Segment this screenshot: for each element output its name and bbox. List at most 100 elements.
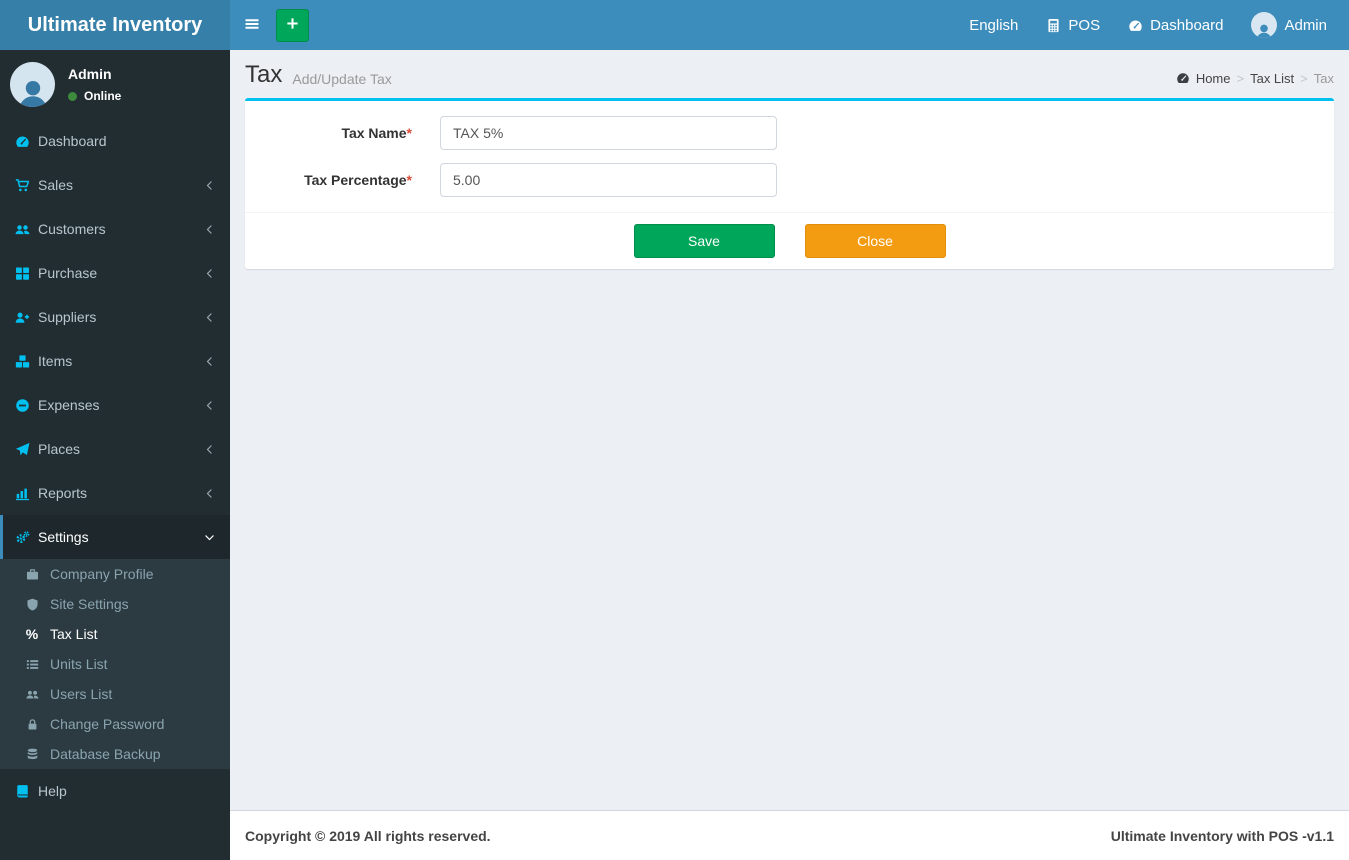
required-marker: * [406, 172, 412, 188]
tax-percentage-row: Tax Percentage* [255, 163, 1324, 197]
app-root: Ultimate Inventory English POS Dashboard Ad… [0, 0, 1349, 860]
calculator-icon [1046, 18, 1061, 33]
breadcrumb-home[interactable]: Home [1196, 71, 1231, 86]
cart-icon [15, 178, 38, 193]
breadcrumb-tax-list[interactable]: Tax List [1250, 71, 1294, 86]
submenu-item-users-list[interactable]: Users List [0, 679, 230, 709]
tax-form-box: Tax Name* Tax Percentage* Save Close [245, 98, 1334, 269]
version-text: Ultimate Inventory with POS -v1.1 [1110, 827, 1334, 844]
navbar-item-label: Dashboard [1150, 16, 1224, 34]
navbar-right: English POS Dashboard Admin [955, 0, 1349, 50]
sidebar-toggle-button[interactable] [230, 0, 274, 50]
add-button[interactable] [276, 8, 309, 42]
user-plus-icon [15, 310, 38, 325]
briefcase-icon [23, 568, 41, 581]
chevron-left-icon [204, 444, 215, 455]
user-name: Admin [68, 66, 112, 82]
grid-icon [15, 266, 38, 281]
sidebar-item-places[interactable]: Places [0, 427, 230, 471]
breadcrumb-tax: Tax [1313, 70, 1334, 86]
sidebar-item-reports[interactable]: Reports [0, 471, 230, 515]
navbar-item-label: English [969, 16, 1019, 34]
navbar-item-english[interactable]: English [955, 0, 1032, 50]
submenu-item-site-settings[interactable]: Site Settings [0, 589, 230, 619]
sidebar-submenu-settings: Company Profile Site Settings % Tax List Uni… [0, 559, 230, 769]
required-marker: * [406, 125, 412, 141]
sidebar-item-expenses[interactable]: Expenses [0, 383, 230, 427]
chevron-left-icon [204, 312, 215, 323]
sidebar-item-dashboard[interactable]: Dashboard [0, 119, 230, 163]
form-actions: Save Close [245, 212, 1334, 269]
sidebar-item-customers[interactable]: Customers [0, 207, 230, 251]
navbar-main: English POS Dashboard Admin [230, 0, 1349, 50]
navbar-item-admin[interactable]: Admin [1237, 0, 1341, 50]
sidebar-item-label: Customers [38, 221, 106, 237]
navbar-item-dashboard[interactable]: Dashboard [1114, 0, 1237, 50]
breadcrumb-separator: > [1236, 70, 1245, 86]
submenu-item-company-profile[interactable]: Company Profile [0, 559, 230, 589]
tax-percentage-label: Tax Percentage* [304, 172, 412, 188]
lock-icon [23, 718, 41, 731]
cubes-icon [15, 354, 38, 369]
chevron-left-icon [204, 400, 215, 411]
submenu-item-label: Tax List [50, 626, 98, 642]
tax-percentage-input[interactable] [440, 163, 777, 197]
app-logo[interactable]: Ultimate Inventory [0, 0, 230, 50]
sidebar-item-label: Sales [38, 177, 74, 193]
hamburger-icon [244, 16, 260, 35]
chevron-left-icon [204, 224, 215, 235]
tachometer-icon [15, 134, 38, 149]
submenu-item-label: Users List [50, 686, 113, 702]
shield-icon [23, 598, 41, 611]
user-status[interactable]: Online [68, 89, 121, 103]
tax-name-row: Tax Name* [255, 116, 1324, 150]
sidebar-item-label: Suppliers [38, 309, 97, 325]
content-header: Tax Add/Update Tax Home > Tax List > Tax [230, 50, 1349, 98]
tax-name-input[interactable] [440, 116, 777, 150]
navbar-item-pos[interactable]: POS [1032, 0, 1114, 50]
navbar-item-label: POS [1068, 16, 1101, 34]
submenu-item-units-list[interactable]: Units List [0, 649, 230, 679]
sidebar-item-sales[interactable]: Sales [0, 163, 230, 207]
page-footer: Copyright © 2019 All rights reserved. Ul… [230, 810, 1349, 860]
tax-form: Tax Name* Tax Percentage* [245, 101, 1334, 212]
minus-circle-icon [15, 398, 38, 413]
user-avatar-icon [10, 62, 55, 107]
page-title: Tax [245, 61, 283, 88]
submenu-item-tax-list[interactable]: % Tax List [0, 619, 230, 649]
chevron-left-icon [204, 268, 215, 279]
sidebar-item-settings[interactable]: Settings [0, 515, 230, 559]
page-subtitle: Add/Update Tax [292, 70, 392, 87]
online-status-dot [68, 91, 77, 101]
sidebar-item-label: Reports [38, 485, 88, 501]
plus-icon [285, 16, 300, 34]
sidebar-item-suppliers[interactable]: Suppliers [0, 295, 230, 339]
top-navbar: Ultimate Inventory English POS Dashboard Ad… [0, 0, 1349, 50]
sidebar-item-label: Places [38, 441, 81, 457]
submenu-item-database-backup[interactable]: Database Backup [0, 739, 230, 769]
user-info: Admin Online [68, 66, 121, 103]
user-avatar-icon [1251, 12, 1278, 38]
database-icon [23, 748, 41, 761]
user-status-label: Online [84, 89, 122, 103]
close-button[interactable]: Close [804, 224, 946, 258]
navbar-item-label: Admin [1284, 16, 1327, 34]
sidebar-menu: Dashboard Sales Customers Purchase Suppliers… [0, 119, 230, 813]
sidebar-item-items[interactable]: Items [0, 339, 230, 383]
copyright-text: Copyright © 2019 All rights reserved. [245, 827, 491, 844]
list-icon [23, 658, 41, 671]
chevron-down-icon [204, 532, 215, 543]
users-icon [15, 222, 38, 237]
sidebar-item-help[interactable]: Help [0, 769, 230, 813]
submenu-item-label: Site Settings [50, 596, 129, 612]
tachometer-icon [1128, 18, 1143, 33]
submenu-item-label: Database Backup [50, 746, 161, 762]
submenu-item-label: Company Profile [50, 566, 154, 582]
sidebar-item-purchase[interactable]: Purchase [0, 251, 230, 295]
save-button[interactable]: Save [633, 224, 775, 258]
paper-plane-icon [15, 442, 38, 457]
content-area: Tax Add/Update Tax Home > Tax List > Tax Tax… [230, 50, 1349, 860]
chevron-left-icon [204, 180, 215, 191]
sidebar-user-panel: Admin Online [0, 50, 230, 119]
submenu-item-change-password[interactable]: Change Password [0, 709, 230, 739]
